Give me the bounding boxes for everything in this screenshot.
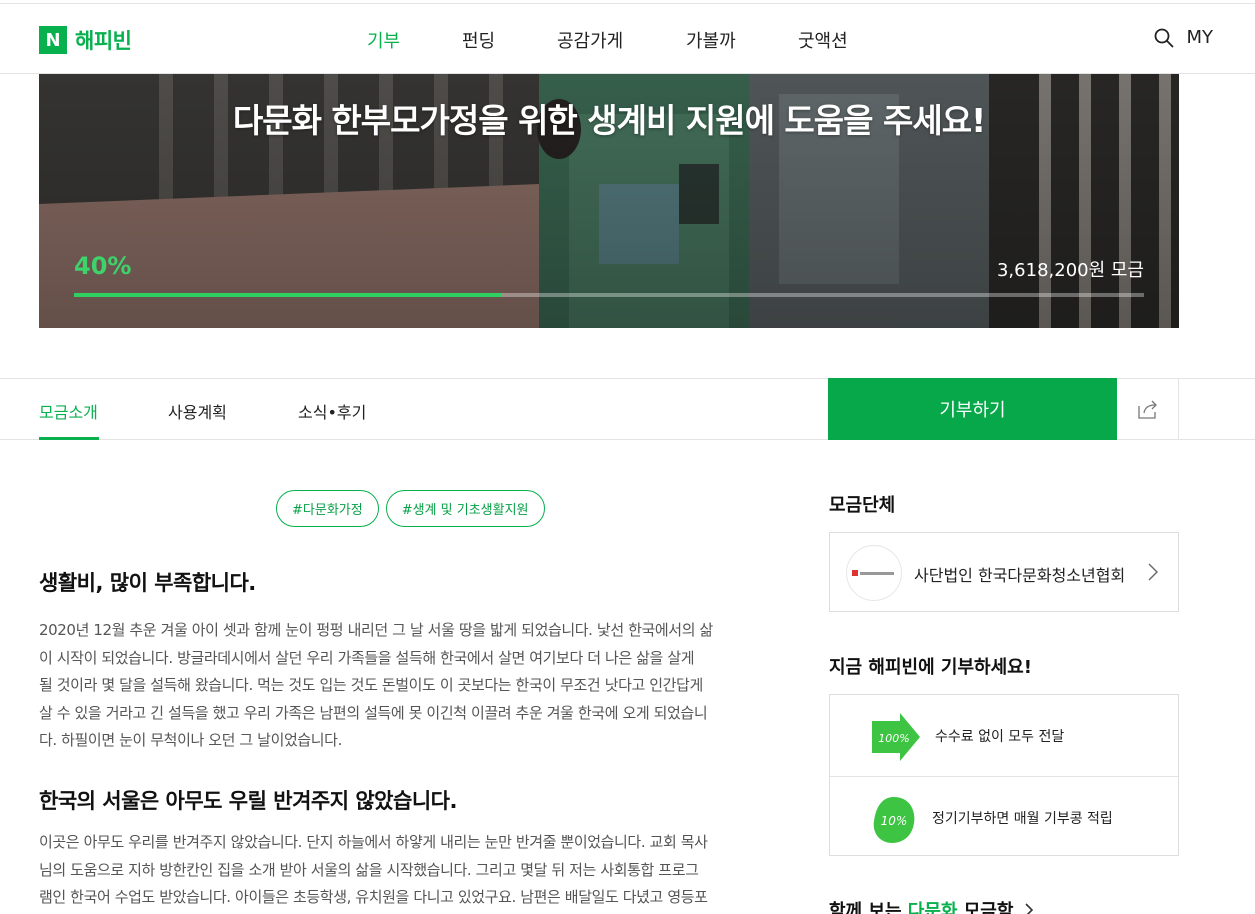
10-percent-bean-icon: 10%	[873, 797, 915, 843]
search-icon[interactable]	[1154, 28, 1174, 48]
nav-item-good-action[interactable]: 굿액션	[798, 27, 848, 53]
progress-bar	[74, 293, 1144, 297]
related-highlight: 다문화	[907, 901, 958, 914]
story-heading-2: 한국의 서울은 아무도 우릴 반겨주지 않았습니다.	[39, 789, 457, 813]
paragraph-line: 램인 한국어 수업도 받았습니다. 아이들은 초등학생, 유치원을 다니고 있었…	[39, 888, 708, 906]
progress-percent: 40%	[74, 252, 132, 280]
share-icon	[1137, 400, 1157, 419]
benefits-box: 100% 수수료 없이 모두 전달 10% 정기기부하면 매월 기부콩 적립	[829, 694, 1179, 856]
paragraph-line: 살 수 있을 거라고 긴 설득을 했고 우리 가족은 남편의 설득에 못 이긴척…	[39, 703, 708, 722]
paragraph-line: 2020년 12월 추운 겨울 아이 셋과 함께 눈이 펑펑 내리던 그 날 서…	[39, 621, 713, 639]
benefit-text: 수수료 없이 모두 전달	[935, 729, 1065, 745]
story-paragraph-2: 이곳은 아무도 우리를 반겨주지 않았습니다. 단지 하늘에서 하얗게 내리는 …	[39, 829, 779, 912]
paragraph-line: 님의 도움으로 지하 방한칸인 집을 소개 받아 서울의 삶을 시작했습니다. …	[39, 860, 699, 879]
header-right: MY	[1154, 27, 1213, 48]
nav-item-donation[interactable]: 기부	[367, 27, 400, 53]
tab-news-review[interactable]: 소식•후기	[298, 399, 366, 423]
site-header: N 해피빈 기부 펀딩 공감가게 가볼까 굿액션 MY	[0, 5, 1255, 74]
raised-amount: 3,618,200원 모금	[996, 260, 1144, 281]
paragraph-line: 될 것이라 몇 달을 설득해 왔습니다. 먹는 것도 입는 것도 돈벌이도 이 …	[39, 676, 703, 694]
tab-usage-plan[interactable]: 사용계획	[168, 399, 227, 423]
related-suffix: 모금함	[957, 901, 1014, 914]
content-tab-bar: 모금소개 사용계획 소식•후기 기부하기	[0, 378, 1255, 440]
organization-logo	[846, 545, 902, 601]
nav-item-store[interactable]: 공감가게	[557, 27, 623, 53]
tab-introduction[interactable]: 모금소개	[39, 399, 98, 423]
naver-n-icon: N	[39, 26, 67, 54]
progress-bar-fill	[74, 293, 502, 297]
chevron-right-icon	[1148, 563, 1158, 581]
paragraph-line: 다. 하필이면 눈이 무척이나 오던 그 날이었습니다.	[39, 731, 342, 749]
share-button[interactable]	[1117, 378, 1179, 440]
100-percent-arrow-icon: 100%	[872, 713, 920, 761]
paragraph-line: 이곳은 아무도 우리를 반겨주지 않았습니다. 단지 하늘에서 하얗게 내리는 …	[39, 833, 708, 851]
active-tab-indicator	[39, 437, 99, 440]
svg-text:100%: 100%	[878, 732, 909, 745]
tag-chip[interactable]: #생계 및 기초생활지원	[385, 490, 545, 527]
org-section-title: 모금단체	[829, 495, 896, 516]
benefit-text: 정기기부하면 매월 기부콩 적립	[932, 811, 1113, 827]
happybean-logo[interactable]: N 해피빈	[39, 25, 132, 55]
campaign-title: 다문화 한부모가정을 위한 생계비 지원에 도움을 주세요!	[232, 101, 986, 140]
top-border	[0, 0, 1255, 4]
donate-section-title: 지금 해피빈에 기부하세요!	[829, 657, 1032, 678]
paragraph-line: 이 시작이 되었습니다. 방글라데시에서 살던 우리 가족들을 설득해 한국에서…	[39, 648, 695, 667]
nav-item-travel[interactable]: 가볼까	[686, 27, 736, 53]
related-prefix: 함께 보는	[829, 901, 908, 914]
donate-button[interactable]: 기부하기	[828, 378, 1117, 440]
chevron-right-icon	[1025, 903, 1033, 914]
svg-text:10%: 10%	[881, 814, 908, 828]
tag-chip[interactable]: #다문화가정	[276, 490, 379, 527]
benefit-item: 10% 정기기부하면 매월 기부콩 적립	[830, 776, 1178, 856]
story-paragraph-1: 2020년 12월 추운 겨울 아이 셋과 함께 눈이 펑펑 내리던 그 날 서…	[39, 617, 779, 755]
related-campaigns-link[interactable]: 함께 보는 다문화 모금함	[829, 897, 1034, 914]
logo-text: 해피빈	[75, 29, 132, 53]
campaign-hero: 다문화 한부모가정을 위한 생계비 지원에 도움을 주세요! 40% 3,618…	[39, 74, 1179, 328]
organization-card[interactable]: 사단법인 한국다문화청소년협회	[829, 532, 1179, 612]
my-page-link[interactable]: MY	[1186, 27, 1213, 48]
story-heading-1: 생활비, 많이 부족합니다.	[39, 571, 256, 595]
campaign-tags: #다문화가정 #생계 및 기초생활지원	[276, 490, 545, 527]
benefit-item: 100% 수수료 없이 모두 전달	[830, 695, 1178, 775]
nav-item-funding[interactable]: 펀딩	[462, 27, 495, 53]
organization-name: 사단법인 한국다문화청소년협회	[914, 566, 1126, 585]
